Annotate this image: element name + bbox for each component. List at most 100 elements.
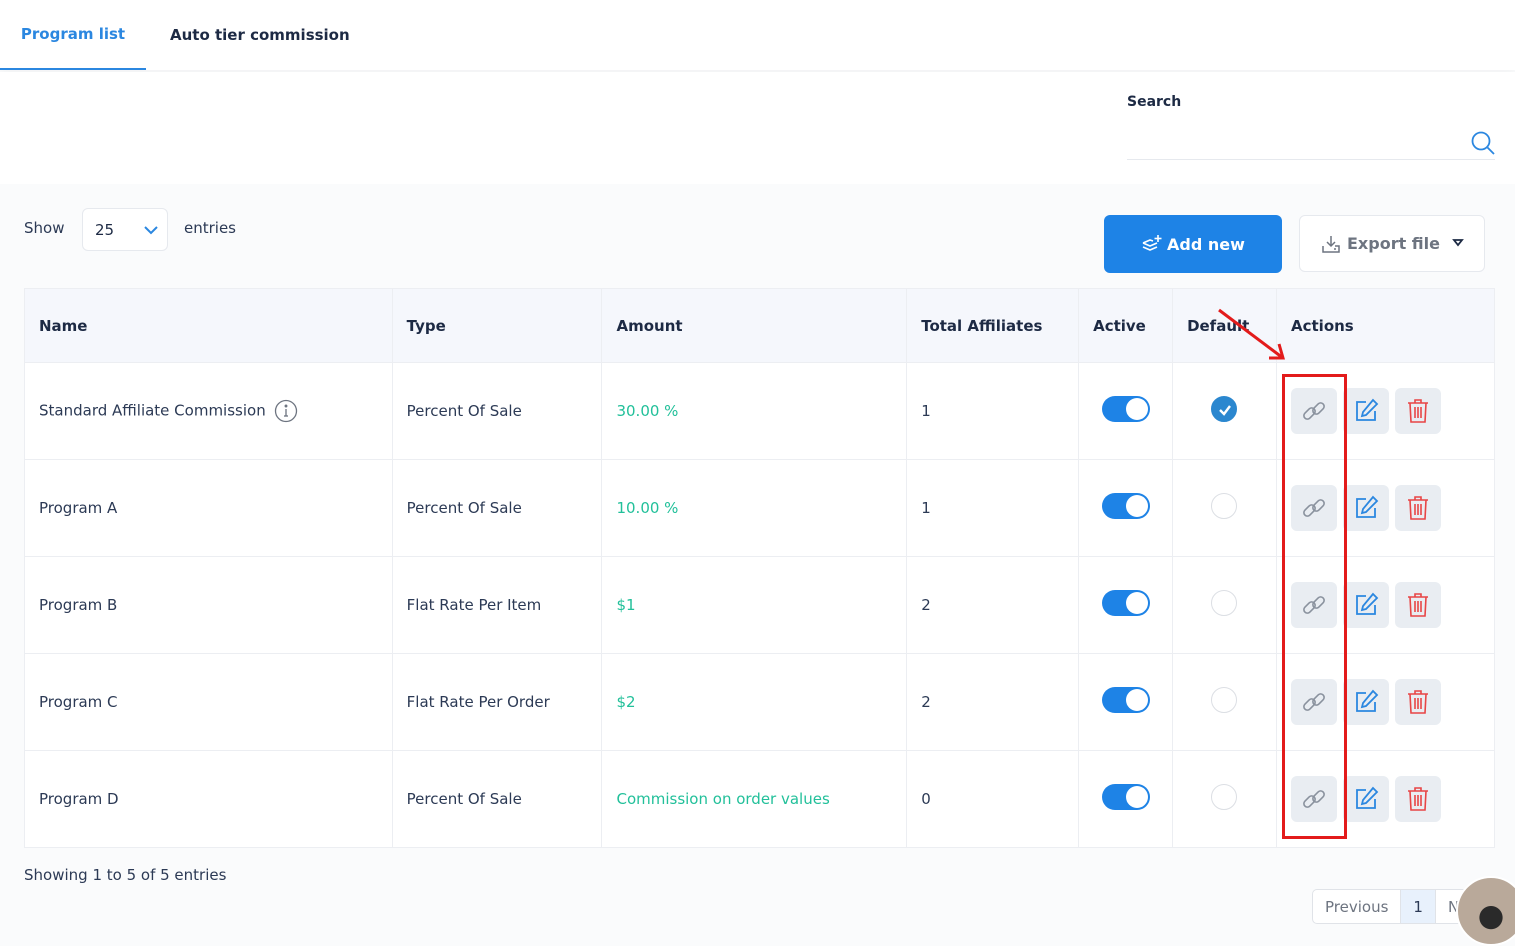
table-row: Standard Affiliate Commission Percent Of…	[24, 362, 1495, 460]
edit-icon	[1356, 495, 1379, 518]
column-header-amount[interactable]: Amount	[601, 288, 908, 363]
cell-type: Flat Rate Per Order	[391, 653, 603, 751]
edit-button[interactable]	[1343, 388, 1390, 434]
program-name: Standard Affiliate Commission	[39, 401, 266, 420]
cell-actions	[1276, 750, 1495, 848]
edit-icon	[1356, 398, 1379, 421]
cell-active	[1078, 459, 1174, 557]
active-toggle[interactable]	[1102, 396, 1151, 422]
edit-button[interactable]	[1343, 776, 1390, 822]
table-row: Program A Percent Of Sale 10.00 % 1	[24, 459, 1495, 557]
active-toggle[interactable]	[1102, 590, 1151, 616]
entries-per-page-select[interactable]: 25	[82, 208, 168, 251]
add-layers-icon	[1142, 235, 1162, 251]
cell-default	[1172, 750, 1278, 848]
trash-icon	[1408, 690, 1429, 714]
cell-amount: 30.00 %	[601, 362, 908, 460]
default-radio[interactable]	[1211, 396, 1238, 422]
trash-icon	[1408, 593, 1429, 617]
cell-type: Percent Of Sale	[391, 362, 603, 460]
support-chat-avatar[interactable]	[1456, 876, 1515, 946]
column-header-active[interactable]: Active	[1078, 288, 1174, 363]
cell-name: Program B	[24, 556, 393, 654]
cell-total-affiliates: 0	[906, 750, 1080, 848]
default-radio[interactable]	[1211, 784, 1238, 810]
cell-default	[1172, 556, 1278, 654]
caret-down-icon[interactable]	[1452, 238, 1464, 248]
search-panel: Search	[0, 72, 1515, 184]
tab-bar: Program list Auto tier commission	[0, 0, 1515, 70]
active-toggle[interactable]	[1102, 493, 1151, 519]
delete-button[interactable]	[1395, 776, 1442, 822]
default-radio[interactable]	[1211, 687, 1238, 713]
cell-actions	[1276, 362, 1495, 460]
cell-amount: $2	[601, 653, 908, 751]
cell-actions	[1276, 459, 1495, 557]
cell-total-affiliates: 1	[906, 459, 1080, 557]
search-icon[interactable]	[1470, 130, 1496, 156]
cell-default	[1172, 459, 1278, 557]
cell-total-affiliates: 2	[906, 653, 1080, 751]
edit-icon	[1356, 786, 1379, 809]
copy-link-button[interactable]	[1291, 582, 1338, 628]
edit-button[interactable]	[1343, 582, 1390, 628]
delete-button[interactable]	[1395, 485, 1442, 531]
column-header-default[interactable]: Default	[1172, 288, 1278, 363]
export-file-button[interactable]: Export file	[1299, 215, 1485, 272]
edit-button[interactable]	[1343, 485, 1390, 531]
info-icon[interactable]	[274, 399, 298, 423]
export-file-label: Export file	[1347, 234, 1440, 253]
entries-label: entries	[184, 219, 236, 237]
trash-icon	[1408, 787, 1429, 811]
cell-name: Program D	[24, 750, 393, 848]
copy-link-button[interactable]	[1291, 679, 1338, 725]
default-radio[interactable]	[1211, 493, 1238, 519]
cell-actions	[1276, 556, 1495, 654]
edit-icon	[1356, 689, 1379, 712]
column-header-total-affiliates[interactable]: Total Affiliates	[906, 288, 1080, 363]
pagination-page-1[interactable]: 1	[1401, 890, 1436, 923]
chevron-down-icon	[144, 226, 158, 235]
table-row: Program B Flat Rate Per Item $1 2	[24, 556, 1495, 654]
copy-link-button[interactable]	[1291, 388, 1338, 434]
column-header-name[interactable]: Name	[24, 288, 393, 363]
cell-default	[1172, 653, 1278, 751]
active-toggle[interactable]	[1102, 784, 1151, 810]
show-label: Show	[24, 219, 65, 237]
cell-active	[1078, 750, 1174, 848]
cell-active	[1078, 362, 1174, 460]
cell-type: Flat Rate Per Item	[391, 556, 603, 654]
pagination-previous[interactable]: Previous	[1313, 890, 1402, 923]
cell-total-affiliates: 1	[906, 362, 1080, 460]
search-label: Search	[1127, 94, 1182, 110]
cell-active	[1078, 653, 1174, 751]
add-new-button[interactable]: Add new	[1104, 215, 1282, 273]
link-icon	[1303, 693, 1325, 711]
cell-name: Program C	[24, 653, 393, 751]
table-row: Program C Flat Rate Per Order $2 2	[24, 653, 1495, 751]
column-header-actions: Actions	[1276, 288, 1495, 363]
default-radio[interactable]	[1211, 590, 1238, 616]
delete-button[interactable]	[1395, 679, 1442, 725]
cell-active	[1078, 556, 1174, 654]
table-header-row: Name Type Amount Total Affiliates Active…	[24, 288, 1495, 363]
table-row: Program D Percent Of Sale Commission on …	[24, 750, 1495, 848]
program-name: Program C	[39, 693, 118, 711]
edit-button[interactable]	[1343, 679, 1390, 725]
column-header-type[interactable]: Type	[391, 288, 603, 363]
delete-button[interactable]	[1395, 388, 1442, 434]
tab-program-list[interactable]: Program list	[0, 0, 146, 70]
trash-icon	[1408, 399, 1429, 423]
delete-button[interactable]	[1395, 582, 1442, 628]
link-icon	[1303, 790, 1325, 808]
copy-link-button[interactable]	[1291, 776, 1338, 822]
copy-link-button[interactable]	[1291, 485, 1338, 531]
trash-icon	[1408, 496, 1429, 520]
table-info: Showing 1 to 5 of 5 entries	[24, 866, 227, 884]
check-icon	[1219, 405, 1232, 416]
link-icon	[1303, 402, 1325, 420]
cell-name: Program A	[24, 459, 393, 557]
search-input[interactable]	[1127, 126, 1495, 160]
active-toggle[interactable]	[1102, 687, 1151, 713]
tab-auto-tier-commission[interactable]: Auto tier commission	[170, 0, 350, 70]
